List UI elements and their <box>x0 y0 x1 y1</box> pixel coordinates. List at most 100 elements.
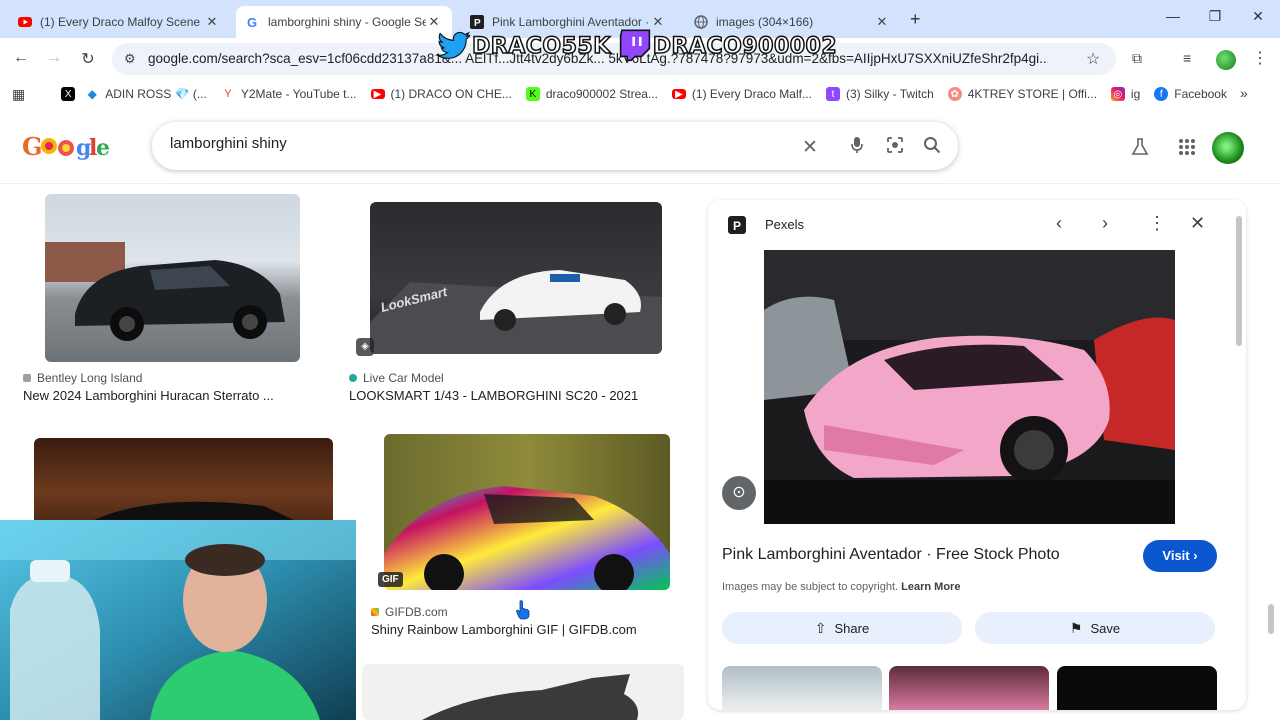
share-label: Share <box>834 620 870 636</box>
google-header: G g l e ✕ <box>0 108 1280 184</box>
svg-text:P: P <box>733 219 741 233</box>
forward-icon[interactable]: → <box>43 49 65 67</box>
save-label: Save <box>1090 620 1121 636</box>
y2mate-icon: Y <box>224 88 232 100</box>
extensions-icon[interactable]: ⧉ <box>1132 50 1142 67</box>
result-source[interactable]: Live Car Model <box>349 371 444 385</box>
model-car: LookSmart <box>370 270 662 354</box>
close-window-icon[interactable]: ✕ <box>1243 8 1273 25</box>
media-control-icon[interactable]: ≡ <box>1183 50 1191 66</box>
google-apps-icon[interactable] <box>1178 138 1196 161</box>
close-tab-icon[interactable]: ✕ <box>874 14 890 30</box>
bookmark-star-icon[interactable]: ☆ <box>1086 49 1100 69</box>
scrollbar-thumb[interactable] <box>1236 216 1242 346</box>
bookmark-ig[interactable]: ◎ ig <box>1110 87 1141 101</box>
kick-icon: K <box>525 87 540 101</box>
result-caption[interactable]: LOOKSMART 1/43 - LAMBORGHINI SC20 - 2021 <box>349 388 638 403</box>
chevron-right-icon: › <box>1193 548 1198 563</box>
browser-profile-avatar[interactable] <box>1216 50 1236 70</box>
microphone-icon[interactable] <box>850 136 864 159</box>
bookmark-label: ig <box>1130 87 1141 101</box>
site-settings-icon[interactable]: ⚙ <box>124 51 136 67</box>
more-options-icon[interactable]: ⋮ <box>1148 213 1166 234</box>
previous-icon[interactable]: ‹ <box>1056 213 1062 234</box>
visual-search-lens-icon[interactable]: ⊙ <box>722 476 756 510</box>
close-panel-icon[interactable]: ✕ <box>1190 213 1205 234</box>
search-icon[interactable] <box>923 136 941 159</box>
panel-scrollbar[interactable] <box>1236 210 1244 694</box>
result-image-huracan[interactable] <box>45 194 300 362</box>
account-avatar[interactable] <box>1212 132 1244 164</box>
share-button[interactable]: ⇧ Share <box>722 612 962 644</box>
bookmark-draco-stream[interactable]: Kdraco900002 Strea... <box>525 87 658 101</box>
more-bookmarks-icon[interactable]: » <box>1240 85 1248 101</box>
pexels-icon: P <box>470 15 484 29</box>
result-caption[interactable]: New 2024 Lamborghini Huracan Sterrato ..… <box>23 388 274 403</box>
source-name: Live Car Model <box>363 371 444 385</box>
panel-main-image[interactable] <box>764 250 1175 524</box>
result-source[interactable]: Bentley Long Island <box>23 371 142 385</box>
share-icon: ⇧ <box>814 619 827 636</box>
page-scrollbar-thumb[interactable] <box>1268 604 1274 634</box>
diamond-icon: ◆ <box>87 87 97 101</box>
panel-image-title[interactable]: Pink Lamborghini Aventador · Free Stock … <box>722 546 1060 564</box>
result-image-looksmart[interactable]: LookSmart <box>370 202 662 354</box>
back-icon[interactable]: ← <box>10 49 32 67</box>
streamer-webcam-feed <box>0 520 356 720</box>
bookmark-adin-ross[interactable]: ◆ ADIN ROSS 💎 (... <box>85 87 207 101</box>
bookmark-label: Facebook <box>1174 87 1227 101</box>
search-input[interactable] <box>170 135 770 152</box>
visit-button[interactable]: Visit › <box>1143 540 1217 572</box>
bookmark-label: draco900002 Strea... <box>545 87 658 101</box>
google-doodle-logo[interactable]: G g l e <box>22 130 112 170</box>
twitch-icon <box>617 29 653 63</box>
bookmark-draco-malfoy[interactable]: ▶ (1) Every Draco Malf... <box>671 87 812 101</box>
result-caption[interactable]: Shiny Rainbow Lamborghini GIF | GIFDB.co… <box>371 622 637 637</box>
tab-title: lamborghini shiny - Google Sea <box>268 15 426 29</box>
labs-flask-icon[interactable] <box>1131 138 1149 161</box>
reload-icon[interactable]: ↻ <box>77 49 99 69</box>
bookmark-label: ADIN ROSS 💎 (... <box>105 87 207 101</box>
bookmark-x[interactable]: X <box>61 87 81 101</box>
related-image-3[interactable] <box>1057 666 1217 710</box>
apps-icon[interactable]: ▦ <box>12 86 25 103</box>
bookmark-draco-on-che[interactable]: ▶ (1) DRACO ON CHE... <box>370 87 512 101</box>
source-favicon <box>349 374 357 382</box>
save-button[interactable]: ⚑ Save <box>975 612 1215 644</box>
twitch-icon: t <box>825 87 840 101</box>
instagram-icon: ◎ <box>1110 87 1125 101</box>
google-lens-icon[interactable] <box>886 136 904 159</box>
tab-draco-scene[interactable]: (1) Every Draco Malfoy Scene - ✕ <box>8 6 230 38</box>
clear-search-icon[interactable]: ✕ <box>802 136 818 159</box>
result-image-model-car[interactable] <box>362 664 684 720</box>
bookmark-silky-twitch[interactable]: t (3) Silky - Twitch <box>825 87 934 101</box>
globe-icon <box>694 15 708 29</box>
twitter-handle: DRACO55K <box>471 33 611 60</box>
close-tab-icon[interactable]: ✕ <box>204 14 220 30</box>
result-image-rainbow-gif[interactable] <box>384 434 670 590</box>
restore-icon[interactable]: ❐ <box>1200 8 1230 25</box>
panel-site-name[interactable]: Pexels <box>765 217 804 232</box>
bookmark-label: Y2Mate - YouTube t... <box>240 87 357 101</box>
search-box: ✕ <box>152 122 958 170</box>
learn-more-link[interactable]: Learn More <box>901 581 960 593</box>
google-icon: G <box>246 15 260 29</box>
new-tab-button[interactable]: + <box>910 9 921 30</box>
bookmark-facebook[interactable]: f Facebook <box>1154 87 1227 101</box>
next-icon[interactable]: › <box>1102 213 1108 234</box>
related-image-2[interactable] <box>889 666 1049 710</box>
chrome-menu-icon[interactable]: ⋮ <box>1252 48 1268 68</box>
bookmark-y2mate[interactable]: Y Y2Mate - YouTube t... <box>221 87 357 101</box>
gif-badge: GIF <box>378 572 403 587</box>
related-image-1[interactable] <box>722 666 882 710</box>
result-source[interactable]: GIFDB.com <box>371 605 448 619</box>
tab-google-search[interactable]: G lamborghini shiny - Google Sea ✕ <box>236 6 452 38</box>
svg-text:e: e <box>96 135 110 161</box>
copyright-text: Images may be subject to copyright. <box>722 581 899 593</box>
bookmark-4ktrey-store[interactable]: ✿ 4KTREY STORE | Offi... <box>947 87 1097 101</box>
minimize-icon[interactable]: — <box>1158 8 1188 24</box>
store-icon: ✿ <box>947 87 962 101</box>
car-silhouette <box>422 674 639 720</box>
source-favicon <box>371 608 379 616</box>
bookmark-label: (3) Silky - Twitch <box>845 87 934 101</box>
